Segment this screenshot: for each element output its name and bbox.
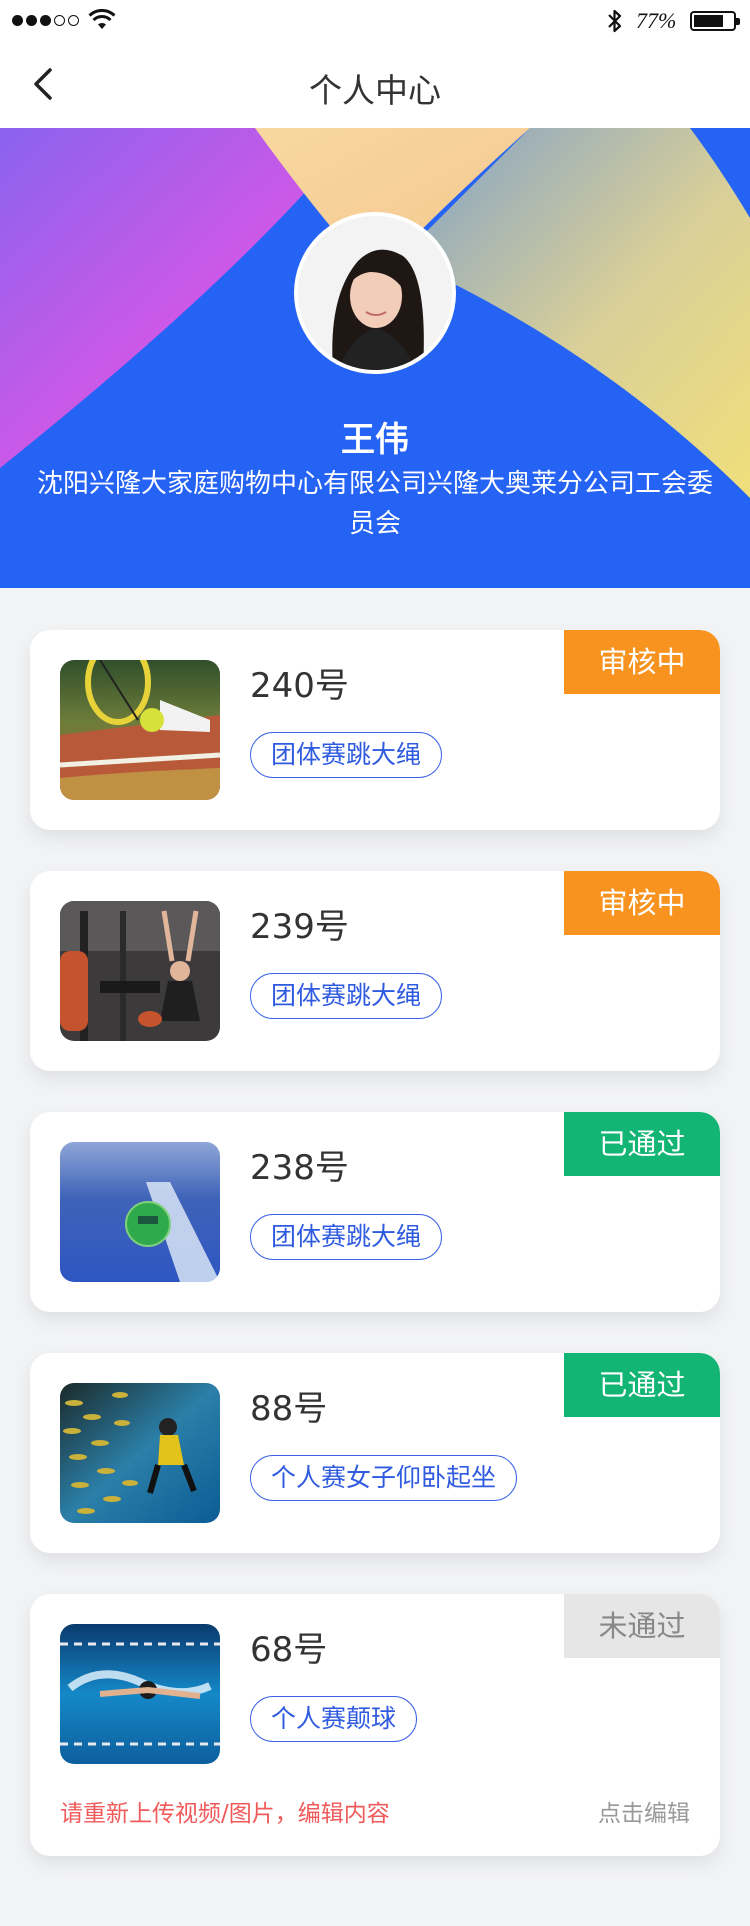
status-bar: 77%	[0, 0, 750, 40]
profile-header: 王伟 沈阳兴隆大家庭购物中心有限公司兴隆大奥莱分公司工会委员会	[0, 128, 750, 588]
battery-percent: 77%	[636, 8, 677, 33]
avatar-photo	[298, 216, 452, 370]
status-badge: 审核中	[564, 871, 720, 935]
bluetooth-icon	[608, 9, 622, 33]
avatar[interactable]	[294, 212, 456, 374]
entry-number: 240号	[250, 666, 349, 706]
status-badge: 已通过	[564, 1353, 720, 1417]
profile-name: 王伟	[341, 420, 409, 460]
signal-strength-icon	[12, 15, 79, 26]
tennis-shoes-photo	[60, 660, 220, 800]
entry-category-tag: 团体赛跳大绳	[250, 973, 443, 1019]
entry-card[interactable]: 239号 团体赛跳大绳 审核中	[30, 871, 720, 1071]
entry-number: 68号	[250, 1630, 328, 1670]
entry-number: 238号	[250, 1148, 349, 1188]
nav-bar: 个人中心	[0, 40, 750, 128]
tennis-ball-court-photo	[60, 1142, 220, 1282]
status-badge: 已通过	[564, 1112, 720, 1176]
wifi-icon	[88, 9, 116, 29]
entry-card[interactable]: 88号 个人赛女子仰卧起坐 已通过	[30, 1353, 720, 1553]
entry-number: 88号	[250, 1389, 328, 1429]
status-badge: 未通过	[564, 1594, 720, 1658]
scuba-diver-photo	[60, 1383, 220, 1523]
edit-link[interactable]: 点击编辑	[598, 1794, 690, 1828]
entry-number: 239号	[250, 907, 349, 947]
battery-icon	[690, 11, 740, 31]
profile-organization: 沈阳兴隆大家庭购物中心有限公司兴隆大奥莱分公司工会委员会	[36, 469, 713, 539]
entry-card[interactable]: 240号 团体赛跳大绳 审核中	[30, 630, 720, 830]
entry-category-tag: 个人赛颠球	[250, 1696, 418, 1742]
status-badge: 审核中	[564, 630, 720, 694]
entry-category-tag: 团体赛跳大绳	[250, 1214, 443, 1260]
gym-woman-photo	[60, 901, 220, 1041]
entry-card[interactable]: 238号 团体赛跳大绳 已通过	[30, 1112, 720, 1312]
entry-card[interactable]: 68号 个人赛颠球 未通过 请重新上传视频/图片，编辑内容 点击编辑	[30, 1594, 720, 1856]
swimmer-photo	[60, 1624, 220, 1764]
reject-note: 请重新上传视频/图片，编辑内容	[60, 1801, 390, 1827]
entry-category-tag: 个人赛女子仰卧起坐	[250, 1455, 518, 1501]
entry-category-tag: 团体赛跳大绳	[250, 732, 443, 778]
page-title: 个人中心	[309, 71, 441, 110]
